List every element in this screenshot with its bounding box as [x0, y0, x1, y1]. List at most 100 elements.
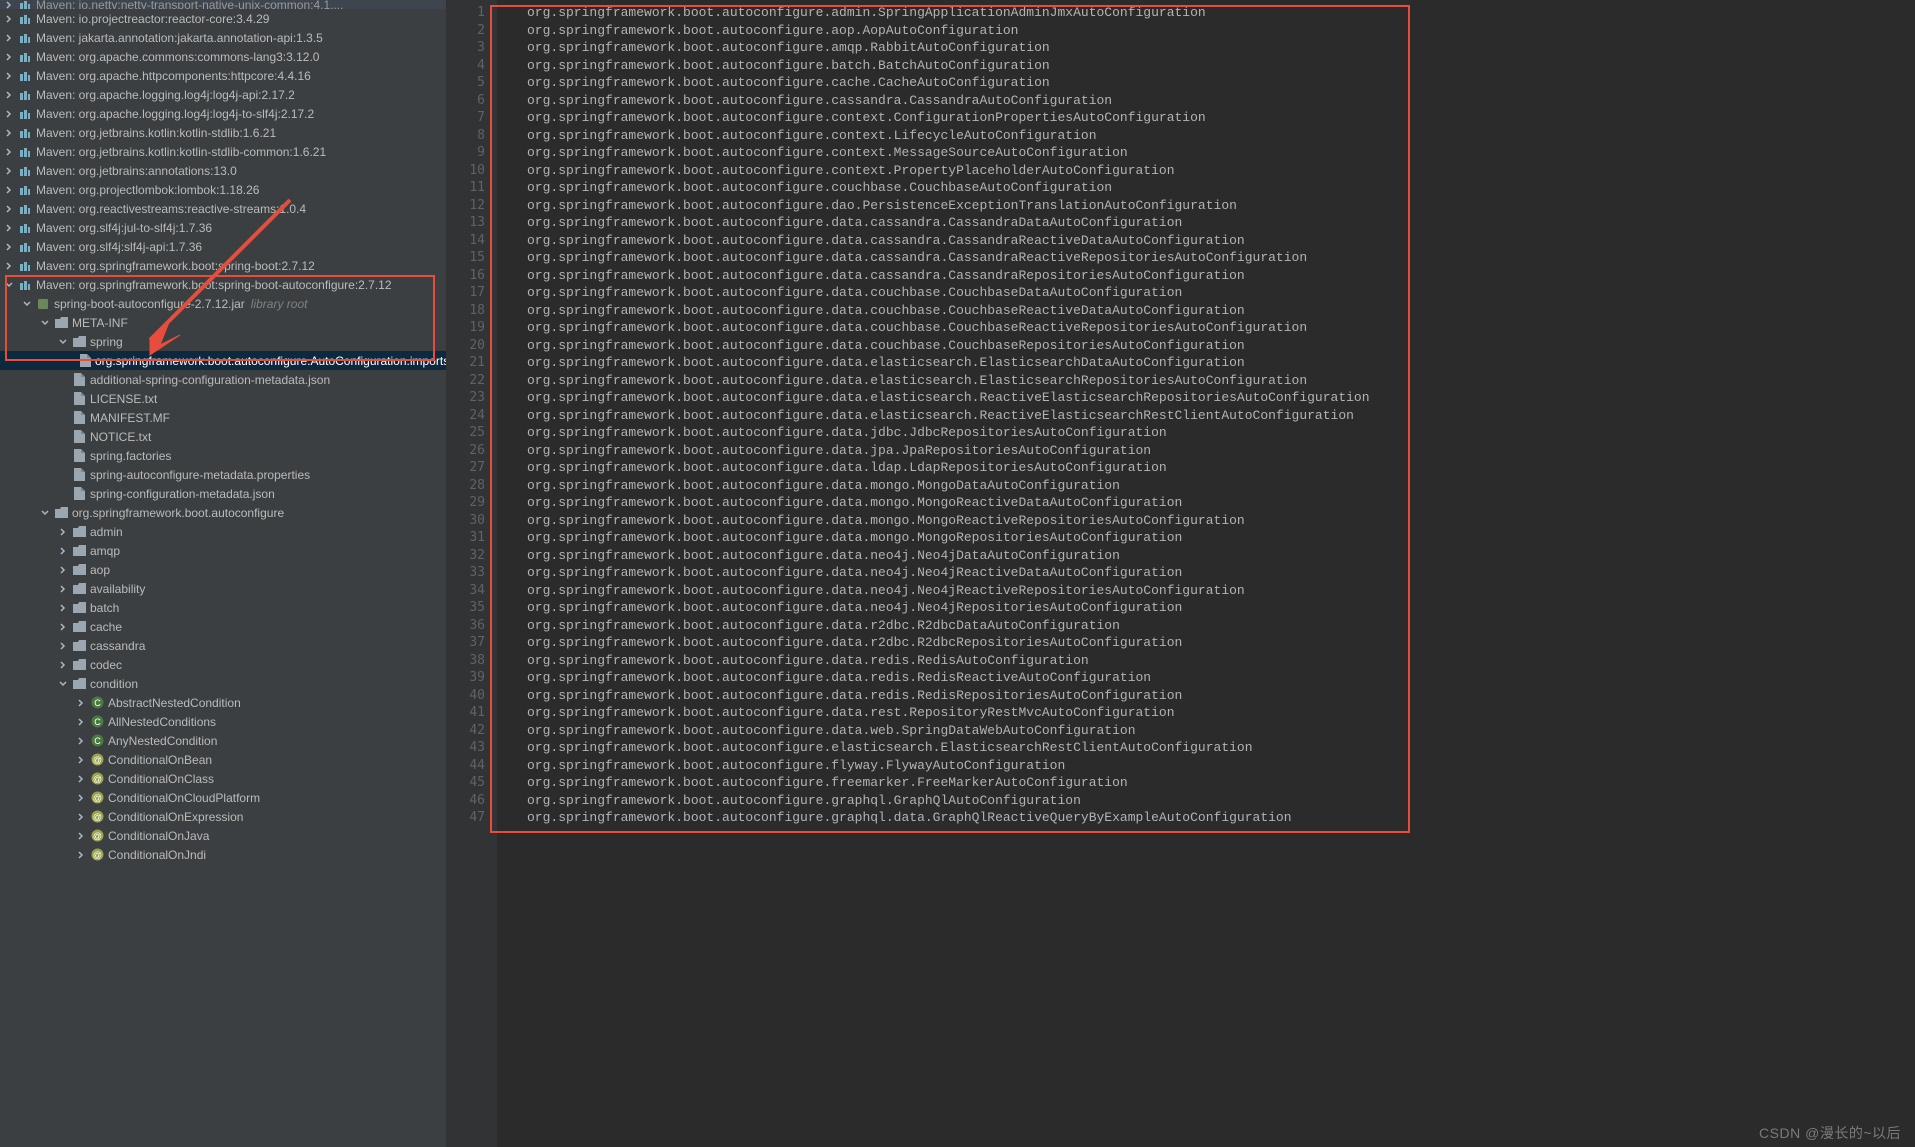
line-number: 13 [447, 214, 485, 232]
tree-item-lib[interactable]: Maven: org.jetbrains.kotlin:kotlin-stdli… [0, 142, 446, 161]
folder-icon [72, 601, 86, 615]
library-icon [18, 164, 32, 178]
line-number: 3 [447, 39, 485, 57]
tree-item-lib[interactable]: Maven: org.apache.logging.log4j:log4j-to… [0, 104, 446, 123]
tree-item-package[interactable]: admin [0, 522, 446, 541]
library-icon [18, 126, 32, 140]
tree-item-jar[interactable]: spring-boot-autoconfigure-2.7.12.jarlibr… [0, 294, 446, 313]
tree-label: Maven: org.projectlombok:lombok:1.18.26 [36, 183, 259, 197]
tree-item-lib[interactable]: Maven: org.jetbrains:annotations:13.0 [0, 161, 446, 180]
code-line: org.springframework.boot.autoconfigure.f… [527, 774, 1915, 792]
tree-label: Maven: org.reactivestreams:reactive-stre… [36, 202, 306, 216]
tree-item-class[interactable]: CAnyNestedCondition [0, 731, 446, 750]
tree-item-lib[interactable]: Maven: org.apache.logging.log4j:log4j-ap… [0, 85, 446, 104]
tree-item-package[interactable]: batch [0, 598, 446, 617]
tree-item-class[interactable]: @ConditionalOnExpression [0, 807, 446, 826]
code-line: org.springframework.boot.autoconfigure.g… [527, 809, 1915, 827]
tree-item-lib-open[interactable]: Maven: org.springframework.boot:spring-b… [0, 275, 446, 294]
folder-icon [72, 582, 86, 596]
tree-item-package[interactable]: codec [0, 655, 446, 674]
code-line: org.springframework.boot.autoconfigure.d… [527, 424, 1915, 442]
annotation-icon: @ [90, 810, 104, 824]
tree-label: Maven: org.apache.commons:commons-lang3:… [36, 50, 319, 64]
folder-icon [72, 639, 86, 653]
tree-item-class[interactable]: CAbstractNestedCondition [0, 693, 446, 712]
tree-item-file[interactable]: spring-autoconfigure-metadata.properties [0, 465, 446, 484]
line-number: 35 [447, 599, 485, 617]
tree-label: META-INF [72, 316, 128, 330]
tree-label: Maven: org.slf4j:slf4j-api:1.7.36 [36, 240, 202, 254]
tree-item-class[interactable]: @ ConditionalOnCloudPlatform [0, 788, 446, 807]
line-number: 9 [447, 144, 485, 162]
library-icon [18, 12, 32, 26]
svg-text:@: @ [92, 793, 101, 803]
line-number: 43 [447, 739, 485, 757]
code-line: org.springframework.boot.autoconfigure.d… [527, 214, 1915, 232]
project-tree-sidebar[interactable]: Maven: io.netty:netty-transport-native-u… [0, 0, 447, 1147]
tree-label: spring [90, 335, 123, 349]
tree-label: codec [90, 658, 122, 672]
class-icon: C [90, 734, 104, 748]
tree-item-lib[interactable]: Maven: org.projectlombok:lombok:1.18.26 [0, 180, 446, 199]
code-line: org.springframework.boot.autoconfigure.d… [527, 582, 1915, 600]
tree-label: Maven: io.netty:netty-transport-native-u… [36, 0, 343, 9]
code-line: org.springframework.boot.autoconfigure.c… [527, 144, 1915, 162]
tree-item-lib[interactable]: Maven: org.slf4j:slf4j-api:1.7.36 [0, 237, 446, 256]
tree-label: ConditionalOnCloudPlatform [108, 791, 260, 805]
tree-item-lib[interactable]: Maven: jakarta.annotation:jakarta.annota… [0, 28, 446, 47]
svg-text:@: @ [92, 850, 101, 860]
code-line: org.springframework.boot.autoconfigure.c… [527, 127, 1915, 145]
tree-label: spring-boot-autoconfigure-2.7.12.jar [54, 297, 245, 311]
tree-item-lib[interactable]: Maven: org.springframework.boot:spring-b… [0, 256, 446, 275]
tree-item-class[interactable]: @ConditionalOnJava [0, 826, 446, 845]
tree-item-folder[interactable]: spring [0, 332, 446, 351]
tree-item-file[interactable]: LICENSE.txt [0, 389, 446, 408]
line-number: 22 [447, 372, 485, 390]
line-number: 23 [447, 389, 485, 407]
tree-item-package[interactable]: amqp [0, 541, 446, 560]
line-number: 31 [447, 529, 485, 547]
tree-item-class[interactable]: @ConditionalOnJndi [0, 845, 446, 864]
class-icon: C [90, 696, 104, 710]
tree-item-package-open[interactable]: condition [0, 674, 446, 693]
tree-item-package[interactable]: cache [0, 617, 446, 636]
library-icon [18, 69, 32, 83]
class-icon: C [90, 715, 104, 729]
tree-item-file-selected[interactable]: org.springframework.boot.autoconfigure.A… [0, 351, 446, 370]
line-number: 10 [447, 162, 485, 180]
code-line: org.springframework.boot.autoconfigure.d… [527, 617, 1915, 635]
tree-item-class[interactable]: CAllNestedConditions [0, 712, 446, 731]
tree-item-package[interactable]: aop [0, 560, 446, 579]
tree-item-folder[interactable]: META-INF [0, 313, 446, 332]
tree-item-file[interactable]: spring.factories [0, 446, 446, 465]
annotation-icon: @ [90, 829, 104, 843]
line-number: 2 [447, 22, 485, 40]
tree-item-lib[interactable]: Maven: org.apache.httpcomponents:httpcor… [0, 66, 446, 85]
tree-item-lib[interactable]: Maven: io.netty:netty-transport-native-u… [0, 0, 446, 9]
tree-label: spring-configuration-metadata.json [90, 487, 275, 501]
line-number: 45 [447, 774, 485, 792]
tree-item-file[interactable]: NOTICE.txt [0, 427, 446, 446]
tree-item-lib[interactable]: Maven: org.apache.commons:commons-lang3:… [0, 47, 446, 66]
line-number: 38 [447, 652, 485, 670]
tree-item-package[interactable]: org.springframework.boot.autoconfigure [0, 503, 446, 522]
code-line: org.springframework.boot.autoconfigure.a… [527, 39, 1915, 57]
library-icon [18, 145, 32, 159]
tree-item-lib[interactable]: Maven: io.projectreactor:reactor-core:3.… [0, 9, 446, 28]
tree-item-lib[interactable]: Maven: org.jetbrains.kotlin:kotlin-stdli… [0, 123, 446, 142]
tree-item-class[interactable]: @ConditionalOnClass [0, 769, 446, 788]
tree-label: cassandra [90, 639, 145, 653]
code-editor[interactable]: 1234567891011121314151617181920212223242… [447, 0, 1915, 1147]
tree-item-package[interactable]: cassandra [0, 636, 446, 655]
tree-item-package[interactable]: availability [0, 579, 446, 598]
line-number: 18 [447, 302, 485, 320]
tree-item-file[interactable]: MANIFEST.MF [0, 408, 446, 427]
tree-item-file[interactable]: spring-configuration-metadata.json [0, 484, 446, 503]
tree-item-file[interactable]: additional-spring-configuration-metadata… [0, 370, 446, 389]
folder-icon [72, 335, 86, 349]
tree-label: Maven: org.springframework.boot:spring-b… [36, 259, 315, 273]
tree-item-lib[interactable]: Maven: org.slf4j:jul-to-slf4j:1.7.36 [0, 218, 446, 237]
tree-item-lib[interactable]: Maven: org.reactivestreams:reactive-stre… [0, 199, 446, 218]
tree-item-class[interactable]: @ConditionalOnBean [0, 750, 446, 769]
tree-label: NOTICE.txt [90, 430, 151, 444]
